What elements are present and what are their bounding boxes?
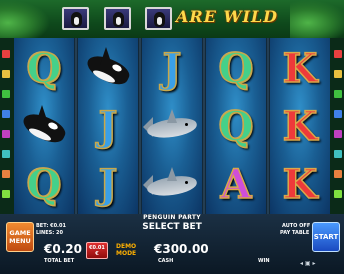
wild-title: ARE WILD — [176, 7, 279, 26]
line-indicator — [334, 170, 342, 178]
total-bet-value: €0.20 — [44, 242, 82, 256]
penguin-portrait-1 — [62, 7, 89, 30]
line-indicator — [2, 110, 10, 118]
line-indicator — [2, 150, 10, 158]
reel-5: K K K — [270, 38, 330, 214]
leaf-decoration-left — [0, 0, 50, 38]
line-indicator — [334, 70, 342, 78]
symbol-j: J — [98, 161, 118, 208]
line-indicator — [2, 50, 10, 58]
penguin-icon — [71, 12, 82, 27]
reel-3: J — [142, 38, 202, 214]
auto-button[interactable]: AUTO OFF — [282, 223, 310, 229]
symbol-q: Q — [26, 45, 62, 92]
top-banner: ARE WILD — [0, 0, 344, 38]
leaf-decoration-right — [290, 0, 344, 38]
game-name: PENGUIN PARTY — [143, 214, 201, 221]
penguin-icon — [113, 12, 124, 27]
nav-icons[interactable]: ◂ ▣ ▸ — [300, 260, 316, 267]
symbol-shark — [142, 156, 202, 214]
reel-area: Q Q J J J Q Q A K K K — [14, 38, 330, 214]
menu-label-line2: MENU — [9, 237, 31, 245]
total-bet-label: TOTAL BET — [44, 258, 75, 264]
symbol-orca — [14, 98, 74, 156]
menu-label-line1: GAME — [9, 229, 31, 237]
penguin-portrait-3 — [145, 7, 172, 30]
penguin-icon — [154, 12, 165, 27]
symbol-j: J — [98, 103, 118, 150]
cash-value: €300.00 — [154, 242, 209, 256]
line-indicator — [334, 150, 342, 158]
penguin-portrait-2 — [104, 7, 131, 30]
orca-icon — [82, 47, 134, 91]
win-label: WIN — [258, 258, 270, 264]
coin-value-button[interactable]: €0.01 € — [86, 242, 108, 259]
symbol-k: K — [282, 103, 318, 150]
symbol-shark — [142, 98, 202, 156]
symbol-q: Q — [218, 103, 254, 150]
lines-count: LINES: 20 — [36, 230, 63, 236]
line-indicator — [334, 110, 342, 118]
symbol-k: K — [282, 161, 318, 208]
symbol-q: Q — [26, 161, 62, 208]
line-indicator — [334, 50, 342, 58]
line-indicator — [334, 90, 342, 98]
demo-label-line1: DEMO — [116, 243, 137, 250]
symbol-orca — [78, 40, 138, 98]
cash-label: CASH — [158, 258, 174, 264]
symbol-q: Q — [218, 45, 254, 92]
symbol-j: J — [162, 45, 182, 92]
symbol-a: A — [220, 161, 253, 208]
line-indicator — [2, 90, 10, 98]
reel-4: Q Q A — [206, 38, 266, 214]
line-indicator — [334, 130, 342, 138]
game-menu-button[interactable]: GAME MENU — [6, 222, 34, 252]
bet-per-line: BET: €0.01 — [36, 223, 66, 229]
coin-currency: € — [95, 250, 99, 257]
symbol-k: K — [282, 45, 318, 92]
line-indicator — [334, 190, 342, 198]
shark-icon — [143, 167, 199, 203]
demo-label-line2: MODE — [116, 250, 137, 257]
reel-2: J J — [78, 38, 138, 214]
line-indicator — [2, 70, 10, 78]
shark-icon — [143, 109, 199, 145]
line-indicator — [2, 130, 10, 138]
line-indicator — [2, 170, 10, 178]
reel-1: Q Q — [14, 38, 74, 214]
orca-icon — [18, 105, 70, 149]
pay-table-button[interactable]: PAY TABLE — [280, 230, 309, 236]
demo-mode-label: DEMO MODE — [116, 243, 136, 257]
line-indicator — [2, 190, 10, 198]
start-button[interactable]: START — [312, 222, 340, 252]
slot-game-screen: ARE WILD Q Q J J J Q Q A K K K PENGUIN P… — [0, 0, 344, 274]
